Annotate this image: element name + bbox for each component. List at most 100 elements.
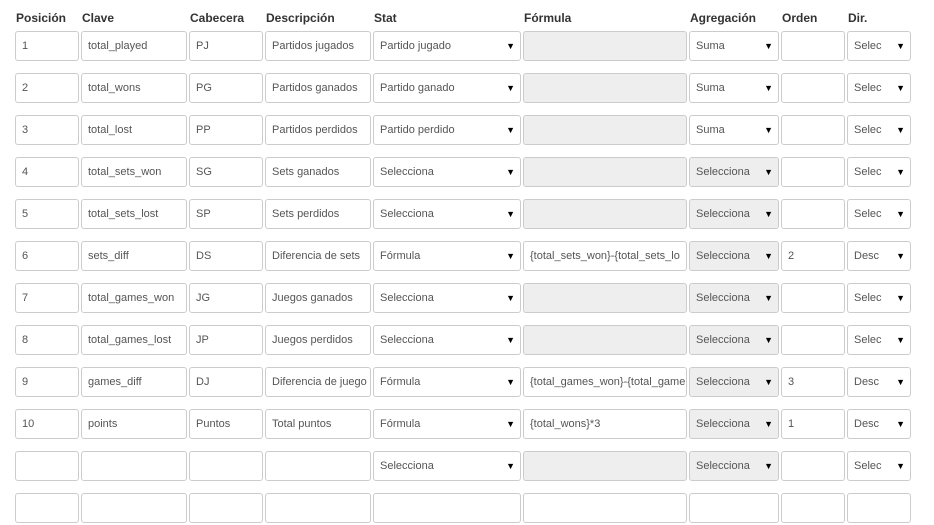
cabecera-input[interactable]: SP [189, 199, 263, 229]
posicion-input[interactable]: 4 [15, 157, 79, 187]
clave-input[interactable]: total_played [81, 31, 187, 61]
stat-select[interactable]: Selecciona ▼ [373, 157, 521, 187]
cabecera-input[interactable] [189, 451, 263, 481]
stat-select[interactable]: Selecciona ▼ [373, 199, 521, 229]
posicion-input[interactable]: 5 [15, 199, 79, 229]
descripcion-input[interactable]: Sets perdidos [265, 199, 371, 229]
dir-select[interactable]: Selec ▼ [847, 157, 911, 187]
descripcion-input[interactable]: Partidos perdidos [265, 115, 371, 145]
descripcion-input[interactable] [265, 493, 371, 523]
dir-select[interactable]: Selec ▼ [847, 199, 911, 229]
agregacion-select[interactable]: Selecciona ▼ [689, 283, 779, 313]
descripcion-input[interactable]: Partidos jugados [265, 31, 371, 61]
orden-input[interactable]: 3 [781, 367, 845, 397]
dir-select[interactable]: Selec ▼ [847, 283, 911, 313]
clave-input[interactable]: total_games_lost [81, 325, 187, 355]
formula-input[interactable]: {total_sets_won}-{total_sets_lo [523, 241, 687, 271]
posicion-input[interactable]: 6 [15, 241, 79, 271]
agregacion-select[interactable]: Selecciona ▼ [689, 241, 779, 271]
stat-select[interactable]: Fórmula ▼ [373, 409, 521, 439]
dir-select[interactable]: Selec ▼ [847, 325, 911, 355]
cabecera-input[interactable] [189, 493, 263, 523]
agregacion-select[interactable]: Selecciona ▼ [689, 409, 779, 439]
formula-input[interactable] [523, 451, 687, 481]
orden-input[interactable] [781, 493, 845, 523]
descripcion-input[interactable]: Sets ganados [265, 157, 371, 187]
agregacion-select[interactable]: Selecciona ▼ [689, 157, 779, 187]
dir-select[interactable]: Selec ▼ [847, 31, 911, 61]
formula-input[interactable] [523, 283, 687, 313]
formula-input[interactable] [523, 325, 687, 355]
formula-input[interactable] [523, 493, 687, 523]
cabecera-input[interactable]: PP [189, 115, 263, 145]
posicion-input[interactable]: 8 [15, 325, 79, 355]
dir-select[interactable] [847, 493, 911, 523]
agregacion-select[interactable]: Selecciona ▼ [689, 451, 779, 481]
dir-select[interactable]: Selec ▼ [847, 73, 911, 103]
posicion-input[interactable]: 7 [15, 283, 79, 313]
orden-input[interactable] [781, 115, 845, 145]
stat-select[interactable]: Selecciona ▼ [373, 325, 521, 355]
stat-select[interactable]: Partido perdido ▼ [373, 115, 521, 145]
clave-input[interactable]: points [81, 409, 187, 439]
posicion-input[interactable] [15, 493, 79, 523]
posicion-input[interactable]: 10 [15, 409, 79, 439]
orden-input[interactable] [781, 283, 845, 313]
dir-select[interactable]: Desc ▼ [847, 367, 911, 397]
clave-input[interactable]: total_lost [81, 115, 187, 145]
agregacion-select[interactable]: Selecciona ▼ [689, 367, 779, 397]
clave-input[interactable]: total_sets_lost [81, 199, 187, 229]
formula-input[interactable] [523, 199, 687, 229]
dir-select[interactable]: Desc ▼ [847, 409, 911, 439]
orden-input[interactable]: 2 [781, 241, 845, 271]
orden-input[interactable] [781, 73, 845, 103]
agregacion-select[interactable]: Suma ▼ [689, 31, 779, 61]
clave-input[interactable]: games_diff [81, 367, 187, 397]
descripcion-input[interactable]: Total puntos [265, 409, 371, 439]
posicion-input[interactable]: 2 [15, 73, 79, 103]
formula-input[interactable]: {total_wons}*3 [523, 409, 687, 439]
orden-input[interactable] [781, 199, 845, 229]
cabecera-input[interactable]: SG [189, 157, 263, 187]
stat-select[interactable]: Fórmula ▼ [373, 241, 521, 271]
agregacion-select[interactable]: Suma ▼ [689, 73, 779, 103]
formula-input[interactable]: {total_games_won}-{total_game [523, 367, 687, 397]
descripcion-input[interactable]: Diferencia de sets [265, 241, 371, 271]
cabecera-input[interactable]: Puntos [189, 409, 263, 439]
orden-input[interactable] [781, 157, 845, 187]
cabecera-input[interactable]: PG [189, 73, 263, 103]
dir-select[interactable]: Selec ▼ [847, 115, 911, 145]
stat-select[interactable]: Partido jugado ▼ [373, 31, 521, 61]
dir-select[interactable]: Selec ▼ [847, 451, 911, 481]
orden-input[interactable]: 1 [781, 409, 845, 439]
formula-input[interactable] [523, 157, 687, 187]
cabecera-input[interactable]: DS [189, 241, 263, 271]
posicion-input[interactable]: 1 [15, 31, 79, 61]
descripcion-input[interactable]: Juegos perdidos [265, 325, 371, 355]
cabecera-input[interactable]: PJ [189, 31, 263, 61]
formula-input[interactable] [523, 31, 687, 61]
orden-input[interactable] [781, 31, 845, 61]
cabecera-input[interactable]: JP [189, 325, 263, 355]
agregacion-select[interactable]: Selecciona ▼ [689, 325, 779, 355]
formula-input[interactable] [523, 73, 687, 103]
clave-input[interactable] [81, 451, 187, 481]
cabecera-input[interactable]: JG [189, 283, 263, 313]
cabecera-input[interactable]: DJ [189, 367, 263, 397]
agregacion-select[interactable] [689, 493, 779, 523]
agregacion-select[interactable]: Suma ▼ [689, 115, 779, 145]
orden-input[interactable] [781, 325, 845, 355]
clave-input[interactable]: total_games_won [81, 283, 187, 313]
posicion-input[interactable] [15, 451, 79, 481]
stat-select[interactable]: Selecciona ▼ [373, 283, 521, 313]
stat-select[interactable]: Fórmula ▼ [373, 367, 521, 397]
clave-input[interactable]: total_sets_won [81, 157, 187, 187]
descripcion-input[interactable]: Diferencia de juego [265, 367, 371, 397]
stat-select[interactable] [373, 493, 521, 523]
clave-input[interactable] [81, 493, 187, 523]
descripcion-input[interactable]: Partidos ganados [265, 73, 371, 103]
descripcion-input[interactable] [265, 451, 371, 481]
orden-input[interactable] [781, 451, 845, 481]
formula-input[interactable] [523, 115, 687, 145]
dir-select[interactable]: Desc ▼ [847, 241, 911, 271]
